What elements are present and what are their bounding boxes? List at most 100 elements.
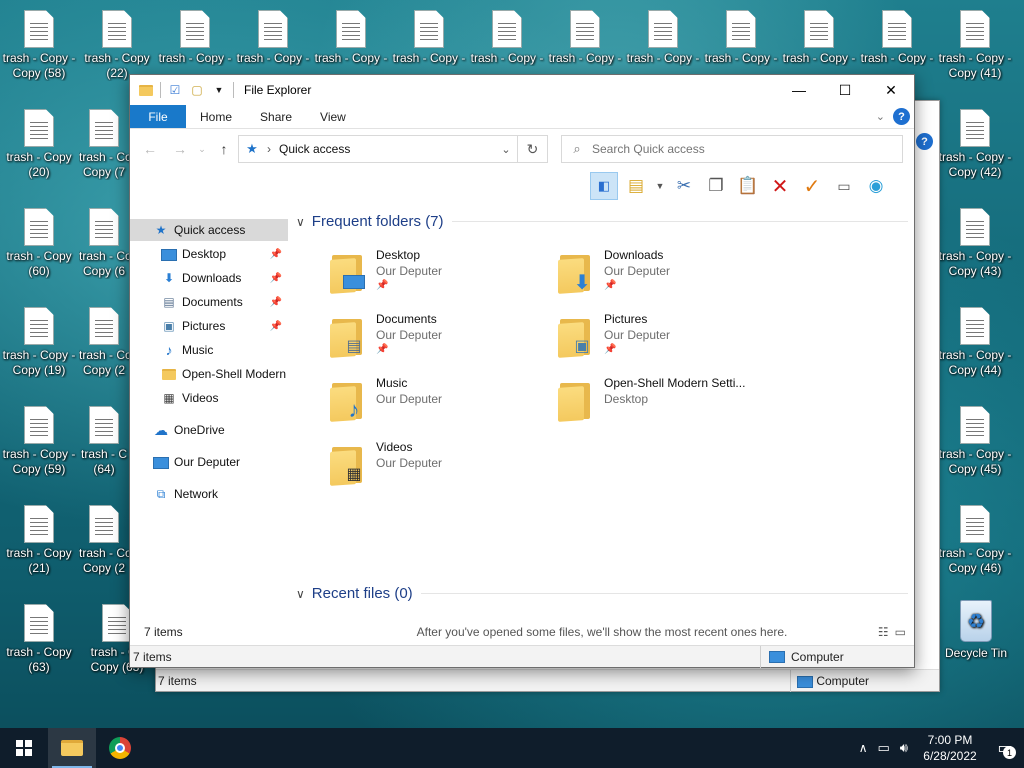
desktop-file-icon[interactable]: trash - Copy - [859, 10, 935, 66]
tab-view[interactable]: View [306, 105, 360, 128]
nav-item-videos[interactable]: ▦ Videos [130, 387, 288, 409]
taskbar-file-explorer[interactable] [48, 728, 96, 768]
large-icons-view-icon[interactable]: ▭ [895, 625, 906, 639]
title-bar[interactable]: ☑ ▢ ▼ File Explorer — ☐ ✕ [130, 75, 914, 105]
nav-item-music[interactable]: ♪ Music [130, 339, 288, 361]
desktop-file-icon[interactable]: trash - Copy (60) [1, 208, 77, 279]
clock[interactable]: 7:00 PM 6/28/2022 [918, 732, 982, 764]
start-button[interactable] [0, 728, 48, 768]
desktop-file-icon[interactable]: trash - Copy - Copy (42) [937, 109, 1013, 180]
breadcrumb-chevron-icon[interactable]: › [267, 142, 271, 156]
back-button[interactable]: ← [135, 141, 165, 157]
address-bar[interactable]: ★ › Quick access ⌄ [238, 135, 518, 163]
downloads-arrow-icon: ⬇ [163, 271, 175, 285]
nav-item-pictures[interactable]: ▣ Pictures 📌 [130, 315, 288, 337]
close-button[interactable]: ✕ [868, 75, 914, 105]
collapse-chevron-icon[interactable]: ∨ [296, 587, 305, 601]
desktop-file-icon[interactable]: trash - Copy (63) [1, 604, 77, 675]
up-button[interactable]: ↑ [209, 141, 239, 157]
desktop-file-icon[interactable]: trash - Copy - [391, 10, 467, 66]
nav-item-documents[interactable]: ▤ Documents 📌 [130, 291, 288, 313]
shell-icon[interactable]: ◉ [862, 172, 890, 200]
nav-item-network[interactable]: ⧉ Network [130, 483, 288, 505]
forward-button[interactable]: → [165, 141, 195, 157]
folder-tile-openshell[interactable]: Open-Shell Modern Setti... Desktop [558, 373, 778, 431]
desktop-file-icon[interactable]: trash - Copy - [157, 10, 233, 66]
paste-icon[interactable]: 📋 [734, 172, 762, 200]
desktop-file-icon[interactable]: trash - Copy - [235, 10, 311, 66]
tab-share[interactable]: Share [246, 105, 306, 128]
desktop-file-icon[interactable]: trash - Copy - Copy (59) [1, 406, 77, 477]
copy-icon[interactable]: ❐ [702, 172, 730, 200]
nav-item-downloads[interactable]: ⬇ Downloads 📌 [130, 267, 288, 289]
folder-tile-pictures[interactable]: ▣ Pictures Our Deputer 📌 [558, 309, 778, 367]
desktop-file-icon[interactable]: trash - Copy - Copy (19) [1, 307, 77, 378]
desktop-file-icon[interactable]: trash - Copy - Copy (41) [937, 10, 1013, 81]
frequent-folders-header[interactable]: ∨ Frequent folders (7) [296, 213, 908, 230]
desktop-file-icon[interactable]: trash - Copy (21) [1, 505, 77, 576]
desktop-file-icon[interactable]: trash - Copy - Copy (43) [937, 208, 1013, 279]
delete-icon[interactable]: ✕ [766, 172, 794, 200]
rename-icon[interactable]: ▭ [830, 172, 858, 200]
address-dropdown-icon[interactable]: ⌄ [495, 143, 517, 156]
tab-home[interactable]: Home [186, 105, 246, 128]
show-hidden-icons-icon[interactable]: ∧ [859, 741, 868, 755]
desktop-file-icon[interactable]: trash - Copy (22) [79, 10, 155, 81]
desktop-file-icon[interactable]: trash - Copy - Copy (58) [1, 10, 77, 81]
nav-item-openshell[interactable]: Open-Shell Modern [130, 363, 288, 385]
help-icon[interactable]: ? [916, 133, 933, 150]
expand-ribbon-icon[interactable]: ⌄ [876, 110, 885, 123]
nav-item-this-pc[interactable]: Our Deputer [130, 451, 288, 473]
desktop-file-icon[interactable]: trash - Copy - [625, 10, 701, 66]
breadcrumb-quick-access[interactable]: Quick access [279, 142, 350, 156]
desktop-file-icon[interactable]: trash - C (64) [79, 406, 129, 477]
volume-icon[interactable]: 🔊︎ [900, 740, 908, 756]
network-tray-icon[interactable]: ▭ [878, 740, 890, 756]
search-box[interactable]: ⌕ [561, 135, 903, 163]
help-icon[interactable]: ? [893, 108, 910, 125]
collapse-chevron-icon[interactable]: ∨ [296, 215, 305, 229]
folder-tile-downloads[interactable]: ⬇ Downloads Our Deputer 📌 [558, 245, 778, 303]
taskbar-chrome[interactable] [96, 728, 144, 768]
recent-files-header[interactable]: ∨ Recent files (0) [296, 585, 908, 602]
recent-locations-icon[interactable]: ⌄ [195, 144, 209, 155]
nav-item-desktop[interactable]: Desktop 📌 [130, 243, 288, 265]
search-input[interactable] [592, 142, 882, 156]
details-view-icon[interactable]: ☷ [878, 625, 889, 639]
desktop-file-icon[interactable]: trash - Copy (20) [1, 109, 77, 180]
recycle-bin[interactable]: ♻ Decycle Tin [938, 600, 1014, 660]
checkmark-icon[interactable]: ✓ [798, 172, 826, 200]
new-folder-icon[interactable]: ▤ [622, 172, 650, 200]
folder-tile-documents[interactable]: ▤ Documents Our Deputer 📌 [330, 309, 550, 367]
desktop-file-icon[interactable]: trash - Copy - Copy (46) [937, 505, 1013, 576]
preview-pane-icon[interactable]: ◧ [590, 172, 618, 200]
desktop-file-icon[interactable]: trash - Co Copy (2 [79, 307, 129, 378]
notifications-button[interactable]: ▭ 1 [992, 735, 1018, 761]
cut-icon[interactable]: ✂ [670, 172, 698, 200]
secondary-status-bar: 7 items Computer [130, 645, 914, 668]
refresh-button[interactable]: ↻ [518, 135, 548, 163]
desktop-file-icon[interactable]: trash - Co Copy (2 [79, 505, 129, 576]
desktop-file-icon[interactable]: trash - Co Copy (6 [79, 208, 129, 279]
maximize-button[interactable]: ☐ [822, 75, 868, 105]
desktop-file-icon[interactable]: trash - Copy - [781, 10, 857, 66]
nav-item-onedrive[interactable]: ☁ OneDrive [130, 419, 288, 441]
folder-tile-desktop[interactable]: Desktop Our Deputer 📌 [330, 245, 550, 303]
minimize-button[interactable]: — [776, 75, 822, 105]
desktop-file-icon[interactable]: trash - Copy - [469, 10, 545, 66]
desktop-file-icon[interactable]: trash - Copy - [313, 10, 389, 66]
folder-tile-music[interactable]: ♪ Music Our Deputer [330, 373, 550, 431]
desktop-file-icon[interactable]: trash - Copy - Copy (44) [937, 307, 1013, 378]
desktop-file-icon[interactable]: trash - Copy - Copy (45) [937, 406, 1013, 477]
tab-file[interactable]: File [130, 105, 186, 128]
customize-dropdown-icon[interactable]: ▼ [211, 82, 227, 98]
desktop-file-icon[interactable]: trash - Copy - [547, 10, 623, 66]
nav-item-quick-access[interactable]: ★ Quick access [130, 219, 288, 241]
new-folder-icon[interactable]: ▢ [189, 82, 205, 98]
folder-tile-videos[interactable]: ▦ Videos Our Deputer [330, 437, 550, 495]
file-explorer-window[interactable]: ☑ ▢ ▼ File Explorer — ☐ ✕ File Home Shar… [129, 74, 915, 668]
desktop-file-icon[interactable]: trash - Copy - [703, 10, 779, 66]
properties-icon[interactable]: ☑ [167, 82, 183, 98]
desktop-file-icon[interactable]: trash - Co Copy (7 [79, 109, 129, 180]
dropdown-icon[interactable]: ▼ [654, 172, 666, 200]
